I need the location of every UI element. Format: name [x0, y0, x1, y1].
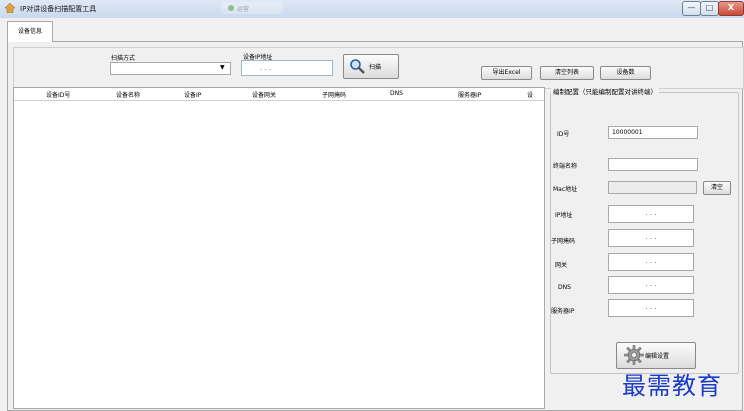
id-label: ID号	[557, 131, 570, 138]
column-header-device-id[interactable]: 设备ID号	[46, 90, 70, 99]
column-header-truncated[interactable]: 设	[527, 90, 533, 99]
mac-clear-button[interactable]: 清空	[703, 181, 731, 195]
server-ip-input[interactable]: . . .	[608, 299, 694, 317]
scan-mode-select[interactable]	[110, 62, 231, 75]
terminal-name-input[interactable]	[608, 158, 698, 171]
tab-device-info[interactable]: 设备信息	[7, 21, 53, 42]
config-set-button-label: 编辑设置	[645, 353, 670, 360]
watermark-text: 最需教育	[622, 372, 722, 400]
scan-mode-label: 扫描方式	[111, 55, 136, 62]
dns-input[interactable]: . . .	[608, 276, 694, 294]
config-group-title: 编制配置（只能编制配置对讲终端）	[551, 86, 659, 96]
id-input[interactable]: 10000001	[608, 126, 698, 139]
column-header-server-ip[interactable]: 服务器IP	[458, 90, 481, 99]
tab-strip	[0, 18, 744, 42]
clear-list-button[interactable]: 清空列表	[540, 66, 594, 80]
column-header-dns[interactable]: DNS	[390, 90, 403, 97]
maximize-button[interactable]: □	[700, 1, 719, 16]
dns-label: DNS	[558, 284, 571, 291]
title-bar	[0, 0, 744, 19]
device-ip-input[interactable]: . . .	[241, 60, 333, 76]
close-button[interactable]: X	[718, 1, 744, 16]
mac-address-input[interactable]	[608, 181, 697, 194]
export-excel-button[interactable]: 导出Excel	[481, 66, 532, 80]
ip-address-input[interactable]: . . .	[608, 205, 694, 223]
device-ip-separators: . . .	[260, 64, 272, 72]
background-tab-label: 运营	[237, 6, 250, 13]
window-title: IP对讲设备扫描配置工具	[20, 5, 97, 13]
mac-address-label: Mac地址	[553, 186, 578, 193]
column-header-device-gateway[interactable]: 设备网关	[252, 90, 276, 99]
terminal-name-label: 终端名称	[553, 163, 578, 170]
column-header-device-name[interactable]: 设备名称	[116, 90, 140, 99]
column-header-subnet-mask[interactable]: 子网掩码	[322, 90, 346, 99]
gateway-label: 网关	[555, 262, 568, 269]
device-table[interactable]	[13, 87, 545, 409]
device-count-button[interactable]: 设备数	[600, 66, 651, 80]
subnet-mask-input[interactable]: . . .	[608, 229, 694, 247]
ip-address-label: IP地址	[555, 212, 573, 219]
minimize-button[interactable]: —	[682, 1, 701, 16]
gateway-input[interactable]: . . .	[608, 253, 694, 271]
gear-icon	[624, 345, 644, 365]
app-icon	[5, 3, 15, 13]
dropdown-arrow-icon[interactable]: ▼	[220, 64, 225, 71]
status-dot-icon	[228, 5, 234, 11]
scan-button-label: 扫描	[369, 64, 382, 71]
server-ip-label: 服务器IP	[551, 308, 575, 315]
column-header-device-ip[interactable]: 设备IP	[184, 90, 201, 99]
magnifier-icon	[350, 59, 365, 74]
subnet-mask-label: 子网掩码	[551, 238, 576, 245]
